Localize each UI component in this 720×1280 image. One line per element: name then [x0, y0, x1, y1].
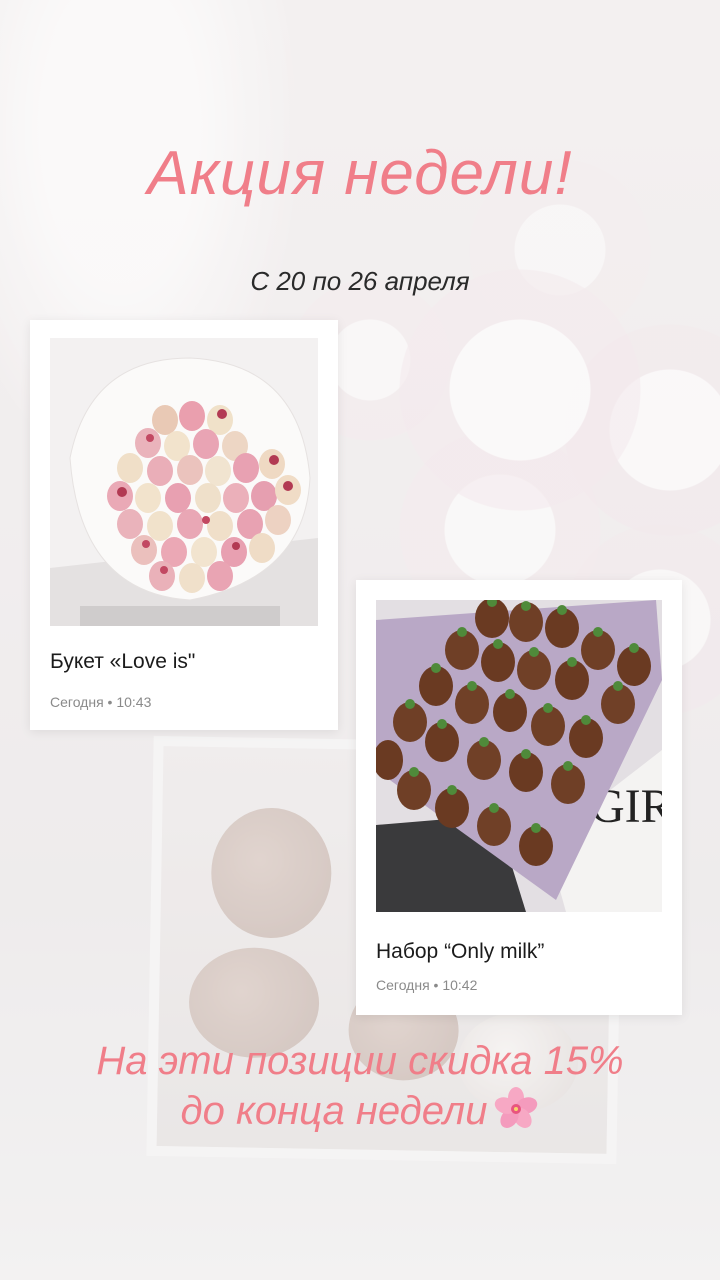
promo-line-2-wrap: до конца недели [0, 1086, 720, 1136]
card-timestamp: Сегодня • 10:43 [50, 694, 152, 710]
bouquet-photo [50, 338, 318, 626]
chocolate-box-illustration: GIR [376, 600, 662, 912]
card-title: Букет «Love is" [50, 650, 196, 673]
promo-line-2: до конца недели [180, 1089, 488, 1133]
promo-line-1: На эти позиции скидка 15% [96, 1039, 624, 1083]
product-card-only-milk[interactable]: GIR Набор “Only milk” Сегодня • 10:42 [356, 580, 682, 1015]
product-card-bouquet[interactable]: Букет «Love is" Сегодня • 10:43 [30, 320, 338, 730]
date-range: С 20 по 26 апреля [250, 266, 470, 296]
card-timestamp: Сегодня • 10:42 [376, 977, 478, 993]
cherry-blossom-icon [495, 1087, 538, 1128]
bouquet-illustration [50, 338, 318, 626]
chocolate-box-photo: GIR [376, 600, 662, 912]
page-title: Акция недели! [147, 139, 573, 208]
card-title: Набор “Only milk” [376, 940, 545, 963]
promo-text: На эти позиции скидка 15% до конца недел… [0, 1036, 720, 1136]
